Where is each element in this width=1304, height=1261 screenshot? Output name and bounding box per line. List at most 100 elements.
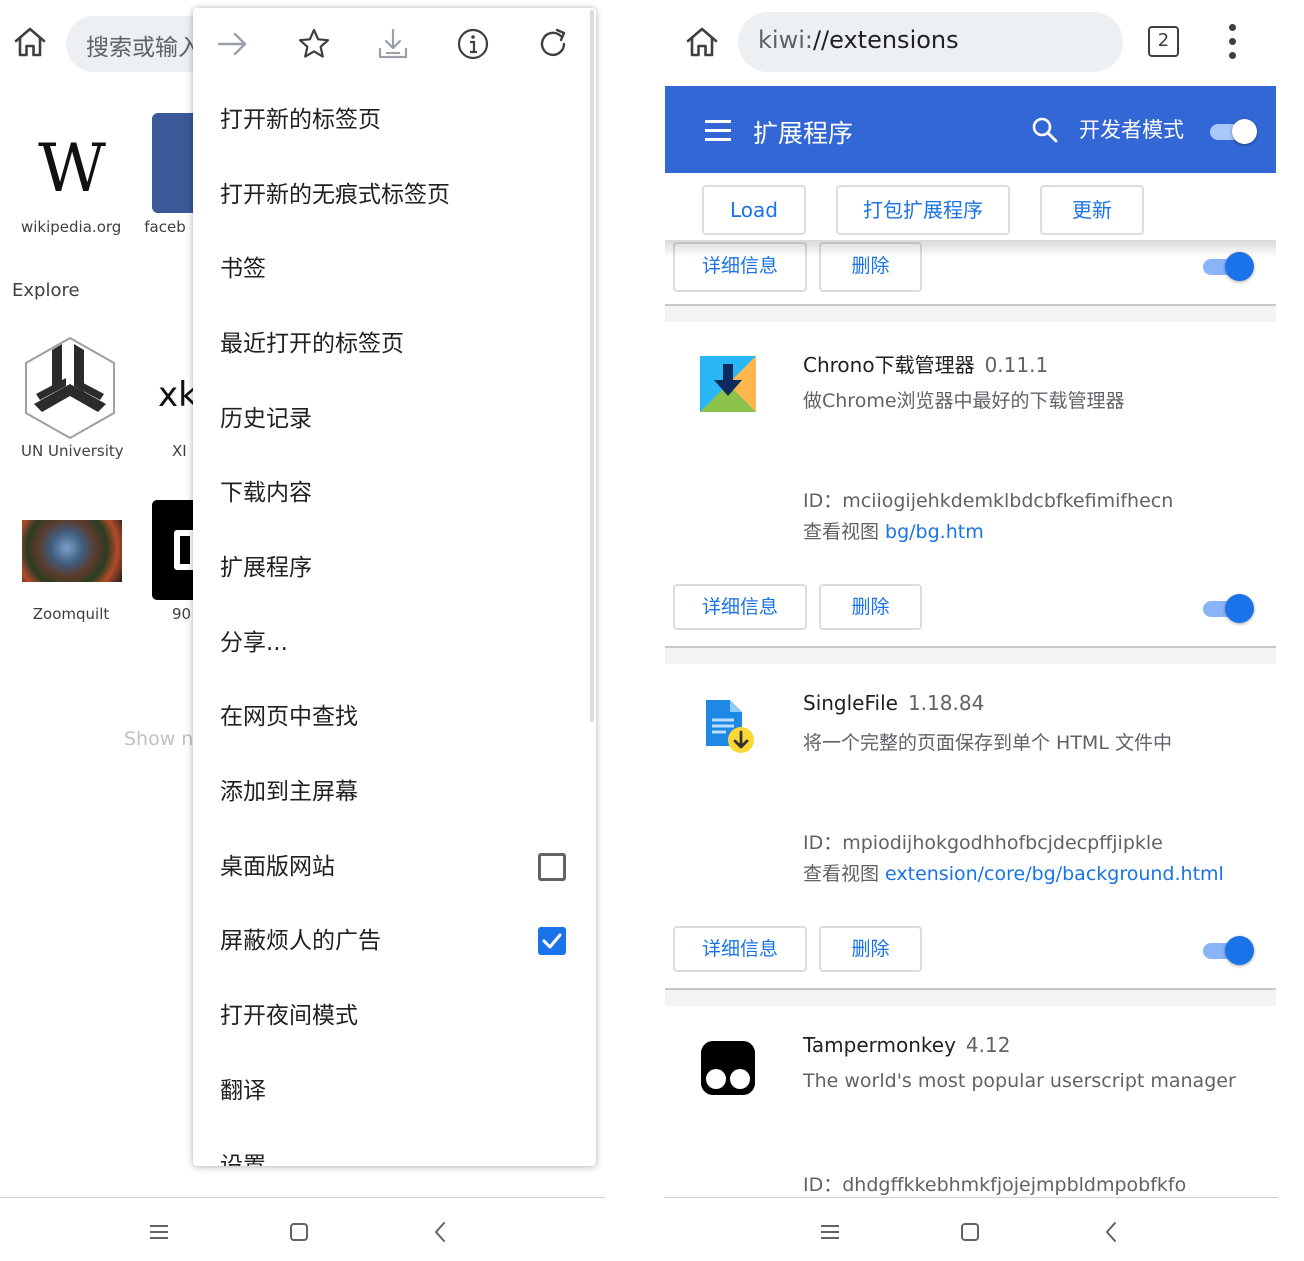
recents-button[interactable]	[145, 1218, 173, 1246]
more-options-button[interactable]	[1218, 24, 1246, 60]
right-screen: kiwi://extensions 2 扩展程序 开发者模式 Load 打包扩展…	[664, 0, 1278, 1261]
forward-icon	[217, 32, 247, 56]
menu-item-downloads[interactable]: 下载内容	[220, 463, 580, 523]
extension-id-value: mpiodijhokgodhhofbcjdecpffjipkle	[842, 832, 1163, 854]
wikipedia-logo[interactable]: W	[30, 136, 114, 202]
extension-version: 0.11.1	[984, 353, 1049, 377]
url-text: kiwi://extensions	[758, 26, 959, 54]
un-university-logo[interactable]	[22, 336, 118, 440]
system-nav-bar	[664, 1197, 1278, 1261]
menu-item-recent-tabs[interactable]: 最近打开的标签页	[220, 314, 580, 374]
square-icon	[961, 1223, 979, 1241]
home-icon	[14, 27, 46, 57]
singlefile-extension-icon	[700, 698, 756, 754]
remove-button[interactable]: 删除	[819, 926, 922, 972]
overflow-menu: 打开新的标签页 打开新的无痕式标签页 书签 最近打开的标签页 历史记录 下载内容…	[193, 8, 596, 1166]
page-info-button[interactable]	[455, 26, 495, 66]
back-chevron-icon	[434, 1222, 445, 1242]
search-icon[interactable]	[1031, 116, 1059, 144]
checkmark-icon	[542, 933, 562, 949]
nav-home-button[interactable]	[285, 1218, 313, 1246]
menu-item-block-ads[interactable]: 屏蔽烦人的广告	[220, 911, 580, 971]
extension-name: Chrono下载管理器 0.11.1	[803, 349, 1048, 378]
inspect-views: 查看视图 extension/core/bg/background.html	[803, 859, 1224, 886]
card-divider	[665, 988, 1276, 1006]
details-button[interactable]: 详细信息	[673, 584, 807, 630]
recents-button[interactable]	[816, 1218, 844, 1246]
menu-item-history[interactable]: 历史记录	[220, 389, 580, 449]
hamburger-menu-icon[interactable]	[705, 120, 731, 142]
extension-id-value: mciiogijehkdemklbdcbfkefimifhecn	[842, 490, 1174, 512]
download-page-button[interactable]	[375, 26, 415, 66]
back-button[interactable]	[1098, 1218, 1126, 1246]
refresh-icon	[540, 28, 566, 57]
menu-item-find-in-page[interactable]: 在网页中查找	[220, 687, 580, 747]
tile-label: Zoomquilt	[32, 605, 110, 623]
card-divider	[665, 304, 1276, 322]
menu-lines-icon	[821, 1225, 839, 1239]
home-button[interactable]	[12, 24, 52, 64]
extension-id: ID：mpiodijhokgodhhofbcjdecpffjipkle	[803, 828, 1163, 855]
search-placeholder: 搜索或输入	[86, 35, 201, 61]
developer-mode-label: 开发者模式	[1079, 118, 1184, 142]
home-icon	[686, 27, 718, 57]
xkcd-logo[interactable]: xk	[158, 370, 198, 420]
reload-button[interactable]	[535, 26, 575, 66]
extension-enable-toggle[interactable]	[1203, 594, 1254, 624]
show-more-link[interactable]: Show n	[124, 728, 193, 750]
extension-enable-toggle[interactable]	[1203, 936, 1254, 966]
info-icon	[457, 28, 489, 60]
extension-id: ID：mciiogijehkdemklbdcbfkefimifhecn	[803, 486, 1173, 513]
id-prefix: ID：	[803, 832, 843, 854]
nav-home-button[interactable]	[956, 1218, 984, 1246]
card-divider	[665, 646, 1276, 664]
menu-item-translate[interactable]: 翻译	[220, 1061, 580, 1121]
extension-name-text: Tampermonkey	[803, 1033, 956, 1057]
id-prefix: ID：	[803, 1174, 843, 1196]
extension-version: 4.12	[965, 1033, 1011, 1057]
inspect-view-link[interactable]: bg/bg.htm	[885, 521, 984, 543]
menu-item-new-incognito-tab[interactable]: 打开新的无痕式标签页	[220, 165, 580, 225]
inspect-view-link[interactable]: extension/core/bg/background.html	[885, 863, 1224, 885]
zoomquilt-thumbnail[interactable]	[22, 520, 122, 582]
forward-button[interactable]	[215, 26, 255, 66]
system-nav-bar	[0, 1197, 605, 1261]
menu-lines-icon	[150, 1225, 168, 1239]
extension-description: 将一个完整的页面保存到单个 HTML 文件中	[803, 732, 1172, 754]
load-unpacked-button[interactable]: Load	[702, 185, 806, 235]
menu-scrollbar[interactable]	[590, 10, 594, 722]
menu-item-settings[interactable]: 设置	[220, 1136, 580, 1166]
block-ads-checkbox[interactable]	[538, 927, 566, 955]
url-scheme: kiwi:	[758, 26, 813, 54]
bookmark-button[interactable]	[296, 26, 336, 66]
toolbar-bottom-edge	[665, 237, 1276, 240]
extension-id-value: dhdgffkkebhmkfjojejmpbldmpobfkfo	[842, 1174, 1187, 1196]
menu-item-bookmarks[interactable]: 书签	[220, 239, 580, 299]
tab-switcher-button[interactable]: 2	[1148, 26, 1179, 57]
page-title: 扩展程序	[753, 119, 854, 148]
developer-mode-toggle[interactable]	[1210, 117, 1258, 145]
back-button[interactable]	[427, 1218, 455, 1246]
url-bar[interactable]: kiwi://extensions	[738, 12, 1123, 72]
menu-item-night-mode[interactable]: 打开夜间模式	[220, 986, 580, 1046]
download-icon	[378, 28, 408, 59]
menu-item-extensions[interactable]: 扩展程序	[220, 538, 580, 598]
menu-item-share[interactable]: 分享...	[220, 613, 580, 673]
tile-label: UN University	[21, 442, 124, 460]
menu-item-add-to-home-screen[interactable]: 添加到主屏幕	[220, 762, 580, 822]
remove-button[interactable]: 删除	[819, 584, 922, 630]
view-prefix: 查看视图	[803, 863, 880, 885]
menu-item-desktop-site[interactable]: 桌面版网站	[220, 837, 580, 897]
extension-name: Tampermonkey 4.12	[803, 1033, 1010, 1057]
update-button[interactable]: 更新	[1040, 185, 1144, 235]
desktop-site-checkbox[interactable]	[538, 853, 566, 881]
home-button[interactable]	[684, 24, 724, 64]
extension-version: 1.18.84	[907, 691, 985, 715]
details-button[interactable]: 详细信息	[673, 926, 807, 972]
menu-item-new-tab[interactable]: 打开新的标签页	[220, 90, 580, 150]
explore-title: Explore	[12, 280, 80, 301]
menu-icon-row	[193, 8, 596, 84]
pack-extension-button[interactable]: 打包扩展程序	[836, 185, 1010, 235]
star-icon	[298, 28, 330, 58]
chrono-extension-icon	[700, 356, 756, 412]
